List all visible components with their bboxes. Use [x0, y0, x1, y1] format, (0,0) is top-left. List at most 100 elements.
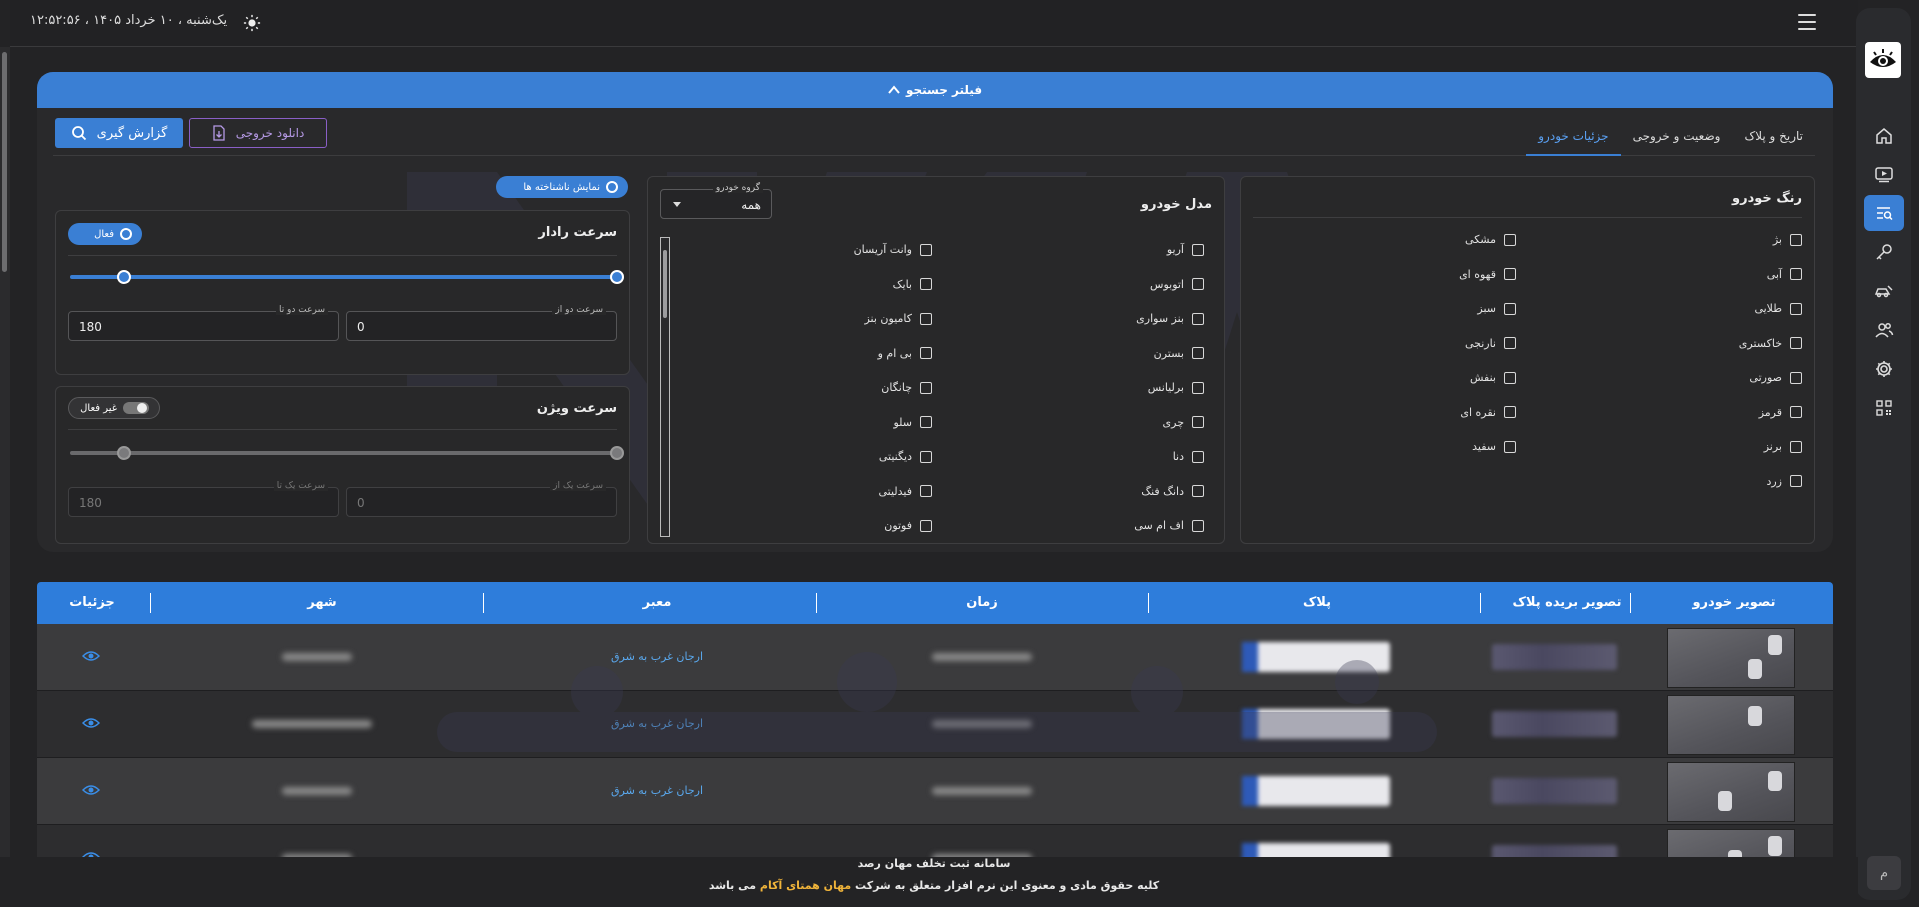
checkbox-square[interactable]: [1790, 371, 1802, 384]
video-icon[interactable]: [1864, 156, 1904, 192]
color-option[interactable]: قرمز: [1759, 406, 1802, 419]
checkbox-square[interactable]: [1790, 268, 1802, 280]
route-link[interactable]: ارجان غرب به شرق: [577, 650, 737, 663]
checkbox-square[interactable]: [1790, 233, 1802, 246]
search-list-icon[interactable]: [1864, 195, 1904, 231]
special-to-input[interactable]: سرعت یک تا 180: [68, 481, 339, 517]
model-option[interactable]: چانگان: [881, 381, 932, 394]
gear-icon[interactable]: [1864, 351, 1904, 387]
users-icon[interactable]: [1864, 312, 1904, 348]
eye-icon[interactable]: [82, 850, 100, 857]
checkbox-square[interactable]: [1790, 302, 1802, 315]
scrollbar-thumb[interactable]: [2, 52, 7, 272]
checkbox-square[interactable]: [1504, 268, 1516, 280]
model-option[interactable]: فوتون: [884, 519, 932, 532]
home-icon[interactable]: [1864, 118, 1904, 154]
car-icon[interactable]: [1864, 273, 1904, 309]
eye-icon[interactable]: [82, 716, 100, 730]
checkbox-square[interactable]: [1790, 337, 1802, 349]
checkbox-square[interactable]: [1192, 485, 1204, 497]
vehicle-thumbnail[interactable]: [1667, 628, 1795, 688]
checkbox-square[interactable]: [1192, 243, 1204, 256]
model-option[interactable]: کامیون بنز: [864, 312, 932, 325]
checkbox-square[interactable]: [920, 485, 932, 497]
tab-vehicle-details[interactable]: جزئیات خودرو: [1526, 116, 1621, 156]
special-slider-max-handle[interactable]: [610, 446, 624, 460]
key-icon[interactable]: [1864, 234, 1904, 270]
checkbox-square[interactable]: [920, 278, 932, 290]
page-scrollbar[interactable]: [0, 47, 10, 857]
checkbox-square[interactable]: [1192, 312, 1204, 325]
model-list-scrollbar[interactable]: [660, 237, 670, 537]
radar-to-input[interactable]: سرعت دو تا 180: [68, 305, 339, 341]
checkbox-square[interactable]: [1504, 302, 1516, 315]
vehicle-thumbnail[interactable]: [1667, 762, 1795, 822]
vehicle-thumbnail[interactable]: [1667, 829, 1795, 857]
checkbox-square[interactable]: [1790, 440, 1802, 453]
radar-slider-track[interactable]: [70, 270, 624, 284]
checkbox-square[interactable]: [1504, 337, 1516, 349]
model-option[interactable]: بسترن: [1154, 347, 1204, 360]
color-option[interactable]: قهوه ای: [1459, 268, 1516, 281]
model-option[interactable]: دیگنیتی: [879, 450, 932, 463]
model-list-scroll-thumb[interactable]: [663, 250, 667, 318]
eye-icon[interactable]: [82, 649, 100, 663]
checkbox-square[interactable]: [1192, 450, 1204, 463]
checkbox-square[interactable]: [1504, 440, 1516, 453]
color-option[interactable]: خاکستری: [1739, 337, 1802, 350]
tab-date-plate[interactable]: تاریخ و پلاک: [1732, 116, 1815, 156]
model-option[interactable]: برلیانس: [1148, 381, 1204, 394]
checkbox-square[interactable]: [920, 416, 932, 428]
special-from-input[interactable]: سرعت یک از 0: [346, 481, 617, 517]
model-option[interactable]: فیدلیتی: [878, 485, 932, 498]
model-option[interactable]: دنا: [1173, 450, 1204, 463]
vehicle-group-select[interactable]: گروه خودرو همه: [660, 183, 772, 219]
color-option[interactable]: بژ: [1773, 233, 1802, 246]
tab-status-output[interactable]: وضعیت و خروجی: [1621, 116, 1733, 156]
table-row[interactable]: ارجان غرب به شرق: [37, 624, 1833, 691]
checkbox-square[interactable]: [920, 381, 932, 394]
checkbox-square[interactable]: [920, 450, 932, 463]
color-option[interactable]: نقره ای: [1460, 406, 1516, 419]
checkbox-square[interactable]: [920, 347, 932, 359]
model-option[interactable]: دانگ فنگ: [1141, 485, 1204, 498]
table-row[interactable]: ارجان غرب به شرق: [37, 758, 1833, 825]
filter-header[interactable]: فیلتر جستجو: [37, 72, 1833, 108]
model-option[interactable]: بایک: [893, 278, 932, 291]
hamburger-icon[interactable]: [1798, 14, 1816, 30]
color-option[interactable]: مشکی: [1465, 233, 1516, 246]
checkbox-square[interactable]: [1192, 416, 1204, 428]
sun-icon[interactable]: [243, 14, 261, 32]
show-unknown-toggle[interactable]: نمایش ناشناخته ها: [496, 176, 628, 198]
vehicle-thumbnail[interactable]: [1667, 695, 1795, 755]
checkbox-square[interactable]: [1192, 347, 1204, 359]
model-option[interactable]: اف ام سی: [1134, 519, 1204, 532]
checkbox-square[interactable]: [1504, 371, 1516, 384]
special-slider-min-handle[interactable]: [117, 446, 131, 460]
model-option[interactable]: بی ام و: [878, 347, 932, 360]
qrcode-icon[interactable]: [1864, 390, 1904, 426]
radar-slider-max-handle[interactable]: [610, 270, 624, 284]
sidebar-bottom-button[interactable]: م: [1867, 856, 1901, 890]
checkbox-square[interactable]: [1790, 475, 1802, 487]
model-option[interactable]: سلو: [893, 416, 932, 429]
color-option[interactable]: آبی: [1767, 268, 1802, 281]
model-option[interactable]: اتوبوس: [1150, 278, 1204, 291]
model-option[interactable]: بنز سواری: [1136, 312, 1204, 325]
checkbox-square[interactable]: [1504, 406, 1516, 418]
checkbox-square[interactable]: [920, 312, 932, 325]
checkbox-square[interactable]: [1192, 381, 1204, 394]
special-active-toggle[interactable]: غیر فعال: [68, 397, 160, 419]
route-link[interactable]: ارجان غرب به شرق: [577, 784, 737, 797]
eye-icon[interactable]: [82, 783, 100, 797]
download-button[interactable]: دانلود خروجی: [189, 118, 327, 148]
color-option[interactable]: بنفش: [1470, 371, 1516, 384]
checkbox-square[interactable]: [1790, 406, 1802, 418]
checkbox-square[interactable]: [1504, 233, 1516, 246]
checkbox-square[interactable]: [920, 519, 932, 532]
report-button[interactable]: گزارش گیری: [55, 118, 183, 148]
model-option[interactable]: چری: [1163, 416, 1204, 429]
table-row[interactable]: ارجان غرب به شرق: [37, 691, 1833, 758]
route-link[interactable]: ارجان غرب به شرق: [577, 717, 737, 730]
model-option[interactable]: آریو: [1167, 243, 1204, 256]
